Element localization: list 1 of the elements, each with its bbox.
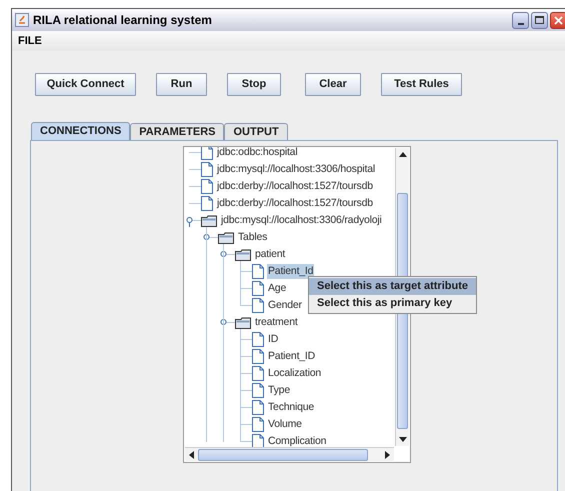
- window-title: RILA relational learning system: [33, 12, 212, 29]
